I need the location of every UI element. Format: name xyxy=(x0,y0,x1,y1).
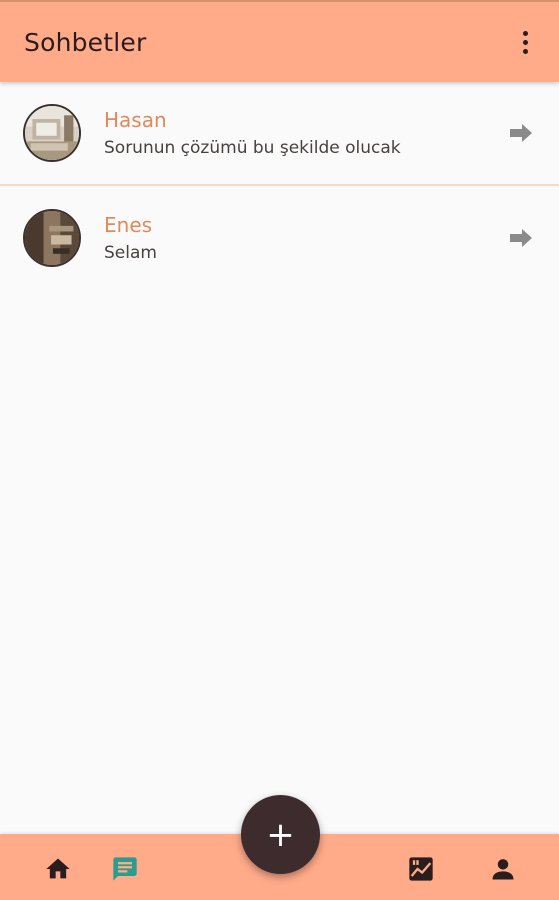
stats-icon[interactable] xyxy=(407,855,435,883)
chat-text: Enes Selam xyxy=(104,212,157,265)
avatar[interactable] xyxy=(23,209,81,267)
chat-preview: Sorunun çözümü bu şekilde olucak xyxy=(104,137,401,158)
home-icon-glyph xyxy=(46,858,70,879)
plus-icon: + xyxy=(266,814,295,855)
chat-name: Hasan xyxy=(104,107,167,132)
chat-text: Hasan Sorunun çözümü bu şekilde olucak xyxy=(104,107,401,160)
chat-icon-glyph xyxy=(113,857,137,881)
stats-icon-glyph xyxy=(409,857,433,881)
more-vert-icon[interactable] xyxy=(513,27,537,57)
home-icon[interactable] xyxy=(44,855,72,883)
menu-dot xyxy=(522,48,528,54)
person-icon[interactable] xyxy=(489,855,517,883)
menu-dot xyxy=(522,39,528,45)
person-icon-glyph xyxy=(492,859,514,880)
menu-dot xyxy=(522,30,528,36)
avatar[interactable] xyxy=(23,104,81,162)
avatar-photo-icon xyxy=(25,211,79,265)
arrow-forward-icon[interactable] xyxy=(509,228,533,248)
new-chat-button[interactable]: + xyxy=(241,795,320,874)
chat-preview: Selam xyxy=(104,242,157,263)
chat-item-enes[interactable]: Enes Selam xyxy=(0,186,559,290)
chats-screen: Sohbetler Hasan Sorunun çözümü bu şekild… xyxy=(0,0,559,900)
chat-name: Enes xyxy=(104,212,153,237)
avatar-photo-icon xyxy=(25,106,79,160)
page-title: Sohbetler xyxy=(24,27,147,57)
chat-item-hasan[interactable]: Hasan Sorunun çözümü bu şekilde olucak xyxy=(0,82,559,186)
app-bar: Sohbetler xyxy=(0,0,559,82)
chat-icon[interactable] xyxy=(111,855,139,883)
chat-list: Hasan Sorunun çözümü bu şekilde olucak E… xyxy=(0,82,559,290)
arrow-forward-icon[interactable] xyxy=(509,123,533,143)
